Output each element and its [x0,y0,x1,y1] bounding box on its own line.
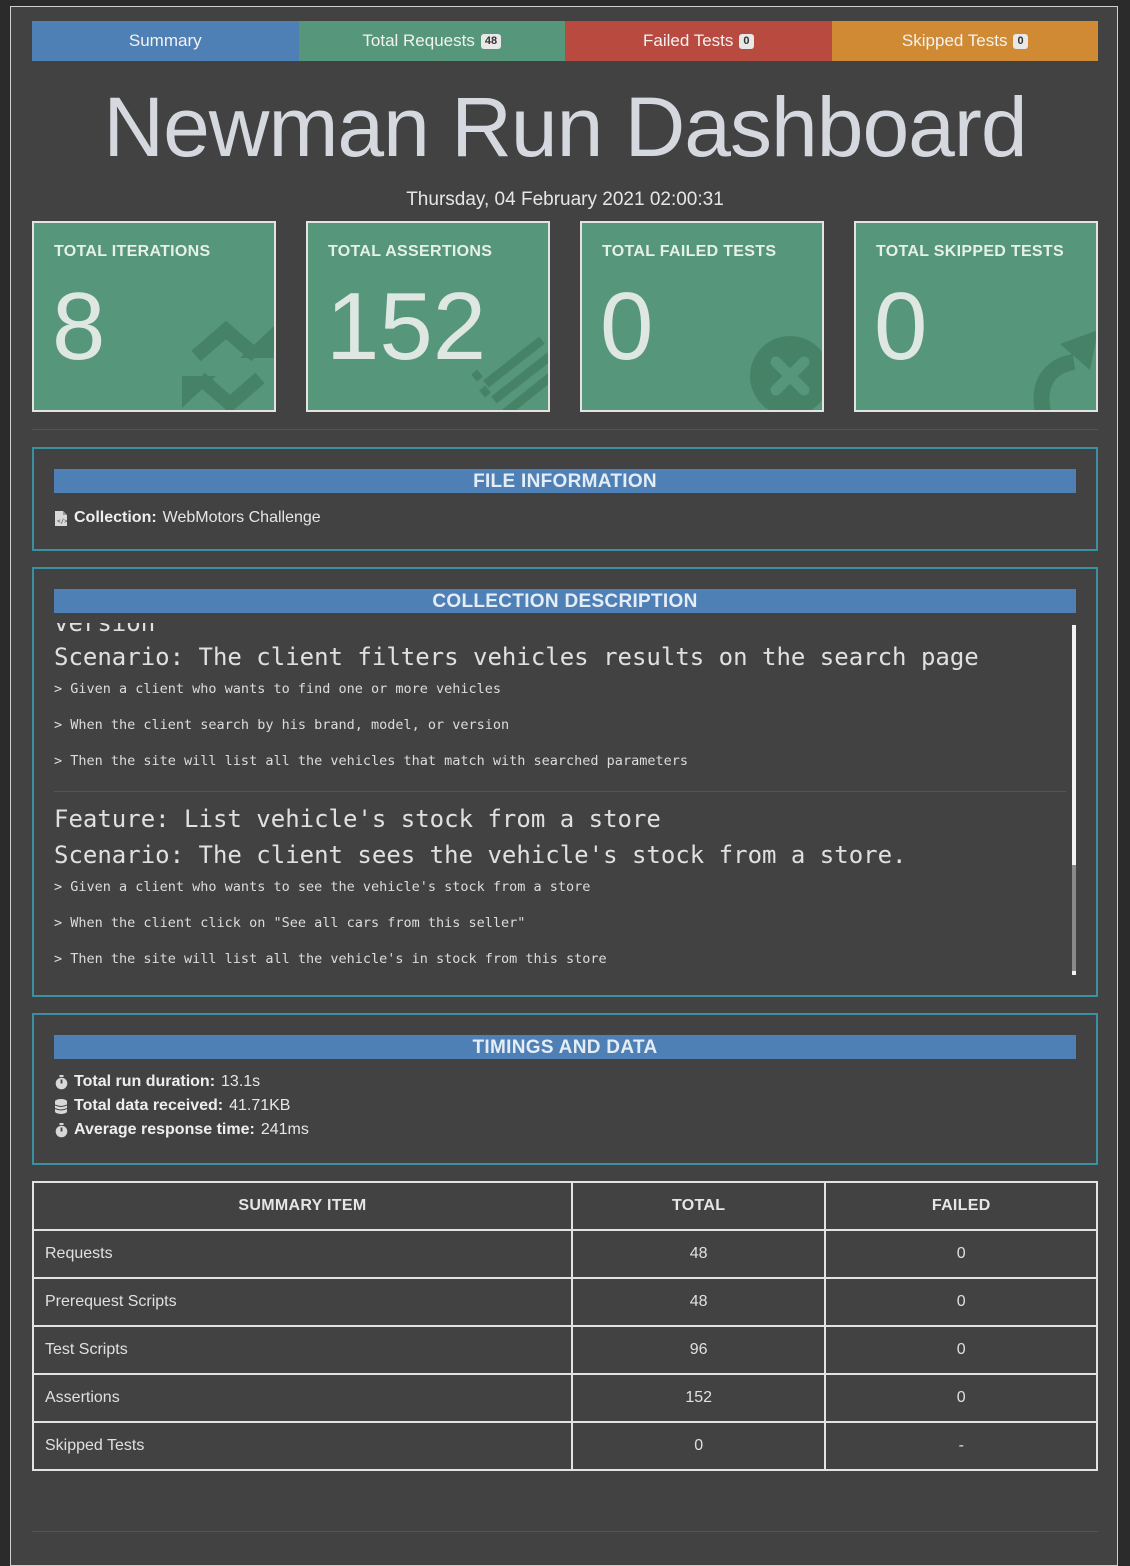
card-label: TOTAL FAILED TESTS [602,243,777,260]
card-label: TOTAL ITERATIONS [54,243,211,260]
nav-tabs: Summary Total Requests 48 Failed Tests 0… [32,21,1098,61]
collection-description-heading: COLLECTION DESCRIPTION [54,589,1076,613]
file-information-heading: FILE INFORMATION [54,469,1076,493]
timings-heading: TIMINGS AND DATA [54,1035,1076,1059]
total-cell: 96 [570,1325,827,1375]
tab-skipped-tests[interactable]: Skipped Tests 0 [831,21,1098,61]
tab-summary[interactable]: Summary [32,21,299,61]
duration-label: Total run duration: [74,1073,216,1090]
item-cell: Test Scripts [32,1325,573,1375]
failed-count-badge: 0 [739,33,754,49]
item-cell: Prerequest Scripts [32,1277,573,1327]
scenario-heading: Scenario: The client sees the vehicle's … [54,841,907,869]
card-label: TOTAL ASSERTIONS [328,243,493,260]
card-value: 0 [874,273,928,380]
failed-cell: 0 [824,1325,1098,1375]
timings-panel: TIMINGS AND DATA Total run duration: 13.… [32,1013,1098,1165]
scenario-step: > When the client click on "See all cars… [54,915,526,931]
tab-failed-tests[interactable]: Failed Tests 0 [565,21,832,61]
total-cell: 48 [570,1229,827,1279]
failed-cell: - [824,1421,1098,1471]
card-total-iterations: TOTAL ITERATIONS 8 [32,221,276,412]
card-total-failed-tests: TOTAL FAILED TESTS 0 [580,221,824,412]
footer-divider [32,1531,1098,1532]
total-run-duration: Total run duration: 13.1s [54,1073,260,1091]
table-row: Assertions 152 0 [32,1373,1098,1423]
table-header-row: SUMMARY ITEM TOTAL FAILED [32,1181,1098,1231]
scenario-step: > When the client search by his brand, m… [54,717,510,733]
svg-text:</>: </> [57,518,67,525]
tab-failed-tests-label: Failed Tests [642,31,734,50]
total-data-received: Total data received: 41.71KB [54,1097,290,1115]
collection-info: </> Collection: WebMotors Challenge [54,509,321,527]
total-cell: 48 [570,1277,827,1327]
stopwatch-icon [54,1122,68,1138]
avg-label: Average response time: [74,1121,255,1138]
total-cell: 152 [570,1373,827,1423]
requests-count-badge: 48 [480,33,502,49]
run-date: Thursday, 04 February 2021 02:00:31 [406,189,724,210]
database-icon [54,1098,68,1114]
tab-summary-label: Summary [128,31,202,50]
scenario-step: > Then the site will list all the vehicl… [54,753,688,769]
card-total-skipped-tests: TOTAL SKIPPED TESTS 0 [854,221,1098,412]
table-row: Prerequest Scripts 48 0 [32,1277,1098,1327]
dashboard-frame: Summary Total Requests 48 Failed Tests 0… [10,6,1118,1566]
collection-description-panel: COLLECTION DESCRIPTION version Scenario:… [32,567,1098,997]
duration-value: 13.1s [221,1073,261,1090]
tab-skipped-tests-label: Skipped Tests [901,31,1008,50]
scenario-step: > Then the site will list all the vehicl… [54,951,607,967]
column-header: SUMMARY ITEM [32,1181,573,1231]
card-value: 152 [326,273,487,380]
table-row: Skipped Tests 0 - [32,1421,1098,1471]
card-value: 0 [600,273,654,380]
avg-value: 241ms [260,1121,309,1138]
tab-total-requests-label: Total Requests [362,31,475,50]
item-cell: Skipped Tests [32,1421,573,1471]
scenario-step: > Given a client who wants to find one o… [54,681,502,697]
column-header: FAILED [824,1181,1098,1231]
scenario-heading: Scenario: The client filters vehicles re… [54,643,979,671]
share-arrow-icon [1033,330,1096,410]
description-scroll-area[interactable]: version Scenario: The client filters veh… [54,623,1080,975]
feature-heading: Feature: List vehicle's stock from a sto… [54,805,661,833]
file-information-panel: FILE INFORMATION </> Collection: WebMoto… [32,447,1098,551]
divider [32,429,1098,430]
scrollbar-thumb[interactable] [1072,865,1076,971]
card-value: 8 [52,273,106,380]
average-response-time: Average response time: 241ms [54,1121,309,1139]
description-scrollbar[interactable] [1072,625,1076,975]
column-header: TOTAL [570,1181,827,1231]
page-title: Newman Run Dashboard [103,80,1027,174]
close-circle-icon [750,336,822,410]
file-code-icon: </> [54,510,68,526]
collection-value: WebMotors Challenge [162,509,321,526]
summary-table: SUMMARY ITEM TOTAL FAILED Requests 48 0 … [32,1181,1098,1471]
skipped-count-badge: 0 [1013,33,1028,49]
tab-total-requests[interactable]: Total Requests 48 [298,21,565,61]
stopwatch-icon [54,1074,68,1090]
item-cell: Assertions [32,1373,573,1423]
failed-cell: 0 [824,1277,1098,1327]
card-label: TOTAL SKIPPED TESTS [876,243,1064,260]
table-row: Requests 48 0 [32,1229,1098,1279]
item-cell: Requests [32,1229,573,1279]
scenario-step: > Given a client who wants to see the ve… [54,879,591,895]
cut-off-line: version [54,623,156,637]
list-icon [472,336,548,410]
description-divider [54,791,1066,792]
data-label: Total data received: [74,1097,224,1114]
card-total-assertions: TOTAL ASSERTIONS 152 [306,221,550,412]
total-cell: 0 [570,1421,827,1471]
collection-label: Collection: [74,509,157,526]
refresh-icon [182,320,274,410]
table-row: Test Scripts 96 0 [32,1325,1098,1375]
data-value: 41.71KB [229,1097,291,1114]
failed-cell: 0 [824,1229,1098,1279]
failed-cell: 0 [824,1373,1098,1423]
